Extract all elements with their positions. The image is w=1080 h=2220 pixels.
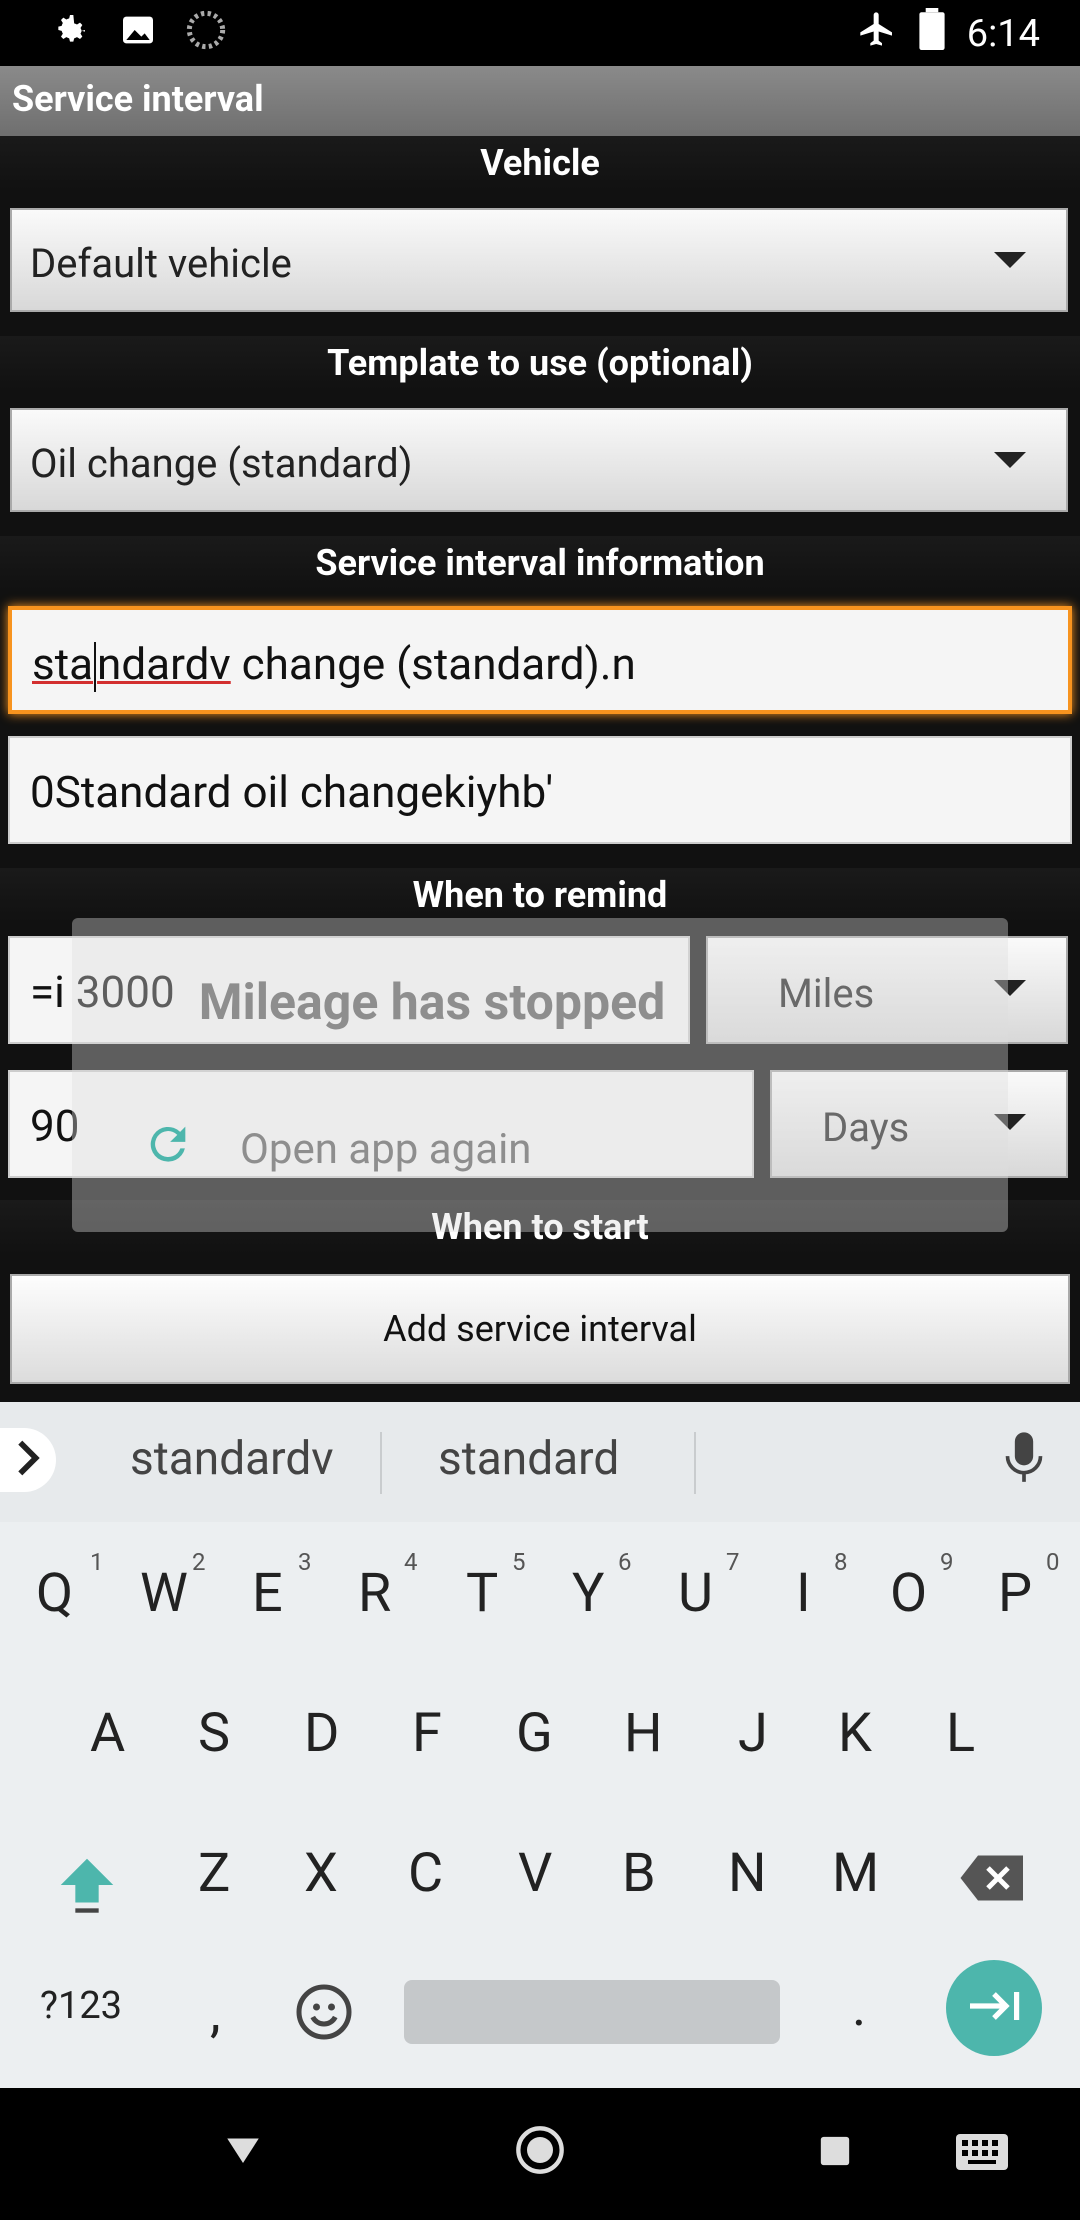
key-hint: 7 [726,1548,740,1576]
template-header: Template to use (optional) [0,336,1080,390]
battery-icon [919,8,945,60]
app-bar: Service interval [0,66,1080,136]
space-bar[interactable] [404,1980,780,2044]
remind-header: When to remind [0,868,1080,922]
key-k[interactable]: K [838,1702,872,1765]
key-hint: 4 [404,1548,418,1576]
airplane-mode-icon [857,9,897,59]
period-key[interactable]: . [852,1976,866,2039]
clock: 6:14 [966,12,1040,56]
key-hint: 1 [90,1548,104,1576]
expand-suggestions-button[interactable] [0,1428,56,1492]
vehicle-header: Vehicle [0,136,1080,190]
key-v[interactable]: V [518,1842,552,1905]
open-app-again-button[interactable]: Open app again [142,1118,531,1181]
key-w[interactable]: W [140,1562,188,1625]
navigation-bar [0,2088,1080,2220]
vehicle-spinner-value: Default vehicle [30,240,292,287]
symbols-key[interactable]: ?123 [40,1984,122,2028]
status-bar: 6:14 [0,0,1080,66]
key-o[interactable]: O [890,1562,927,1625]
app-stopped-title: Mileage has stopped [198,974,666,1032]
emoji-icon[interactable] [294,1982,354,2046]
key-y[interactable]: Y [572,1562,604,1625]
key-hint: 3 [298,1548,312,1576]
key-a[interactable]: A [90,1702,125,1765]
chevron-down-icon [994,452,1026,468]
key-r[interactable]: R [358,1562,391,1625]
key-z[interactable]: Z [198,1842,230,1905]
key-hint: 8 [834,1548,848,1576]
keyboard-switch-icon[interactable] [956,2134,1008,2174]
add-service-interval-button[interactable]: Add service interval [10,1274,1070,1384]
key-h[interactable]: H [624,1702,663,1765]
key-c[interactable]: C [408,1842,443,1905]
key-d[interactable]: D [304,1702,339,1765]
chevron-down-icon [994,252,1026,268]
suggestion-divider [380,1432,382,1494]
home-icon[interactable] [514,2124,566,2180]
comma-key[interactable]: , [210,1982,221,2045]
key-f[interactable]: F [412,1702,442,1765]
refresh-icon [142,1118,194,1181]
app-stopped-dialog: Mileage has stopped Open app again [72,918,1008,1232]
microphone-icon[interactable] [1002,1430,1046,1490]
app-title: Service interval [12,78,264,120]
info-header: Service interval information [0,536,1080,590]
key-hint: 2 [192,1548,206,1576]
enter-key[interactable] [946,1960,1042,2056]
settings-icon [50,10,90,54]
key-l[interactable]: L [946,1702,975,1765]
service-description-input[interactable]: 0Standard oil changekiyhb' [8,736,1072,844]
service-description-value: 0Standard oil changekiyhb' [30,766,554,818]
chevron-right-icon [14,1440,42,1480]
key-n[interactable]: N [728,1842,767,1905]
text-cursor [94,642,97,693]
service-name-input[interactable]: standardv change (standard).n [8,606,1072,714]
open-app-again-label: Open app again [240,1125,532,1174]
vehicle-spinner[interactable]: Default vehicle [10,208,1068,312]
key-g[interactable]: G [516,1702,553,1765]
shift-icon[interactable] [52,1850,122,1924]
recents-icon[interactable] [818,2134,852,2172]
suggestion-1[interactable]: standardv [130,1432,334,1486]
key-p[interactable]: P [998,1562,1032,1625]
back-icon[interactable] [222,2128,264,2174]
key-j[interactable]: J [738,1702,768,1765]
backspace-icon[interactable] [958,1852,1028,1908]
key-q[interactable]: Q [36,1562,73,1625]
key-x[interactable]: X [304,1842,338,1905]
spinner-status-icon [186,10,226,54]
key-hint: 6 [618,1548,632,1576]
suggestion-divider [694,1432,696,1494]
key-hint: 0 [1046,1548,1060,1576]
key-t[interactable]: T [466,1562,498,1625]
key-b[interactable]: B [622,1842,656,1905]
template-spinner-value: Oil change (standard) [30,440,413,487]
suggestion-2[interactable]: standard [438,1432,619,1486]
key-hint: 5 [512,1548,526,1576]
key-u[interactable]: U [678,1562,713,1625]
service-name-value: standardv change (standard).n [32,638,636,693]
soft-keyboard: standardv standard Q 1 W 2 E 3 R 4 T 5 Y… [0,1402,1080,2088]
image-icon [118,10,158,54]
suggestion-strip: standardv standard [0,1402,1080,1522]
key-i[interactable]: I [796,1562,811,1625]
key-m[interactable]: M [832,1842,879,1905]
next-arrow-icon [966,1986,1022,2030]
key-hint: 9 [940,1548,954,1576]
key-e[interactable]: E [252,1562,283,1625]
key-s[interactable]: S [198,1702,230,1765]
template-spinner[interactable]: Oil change (standard) [10,408,1068,512]
